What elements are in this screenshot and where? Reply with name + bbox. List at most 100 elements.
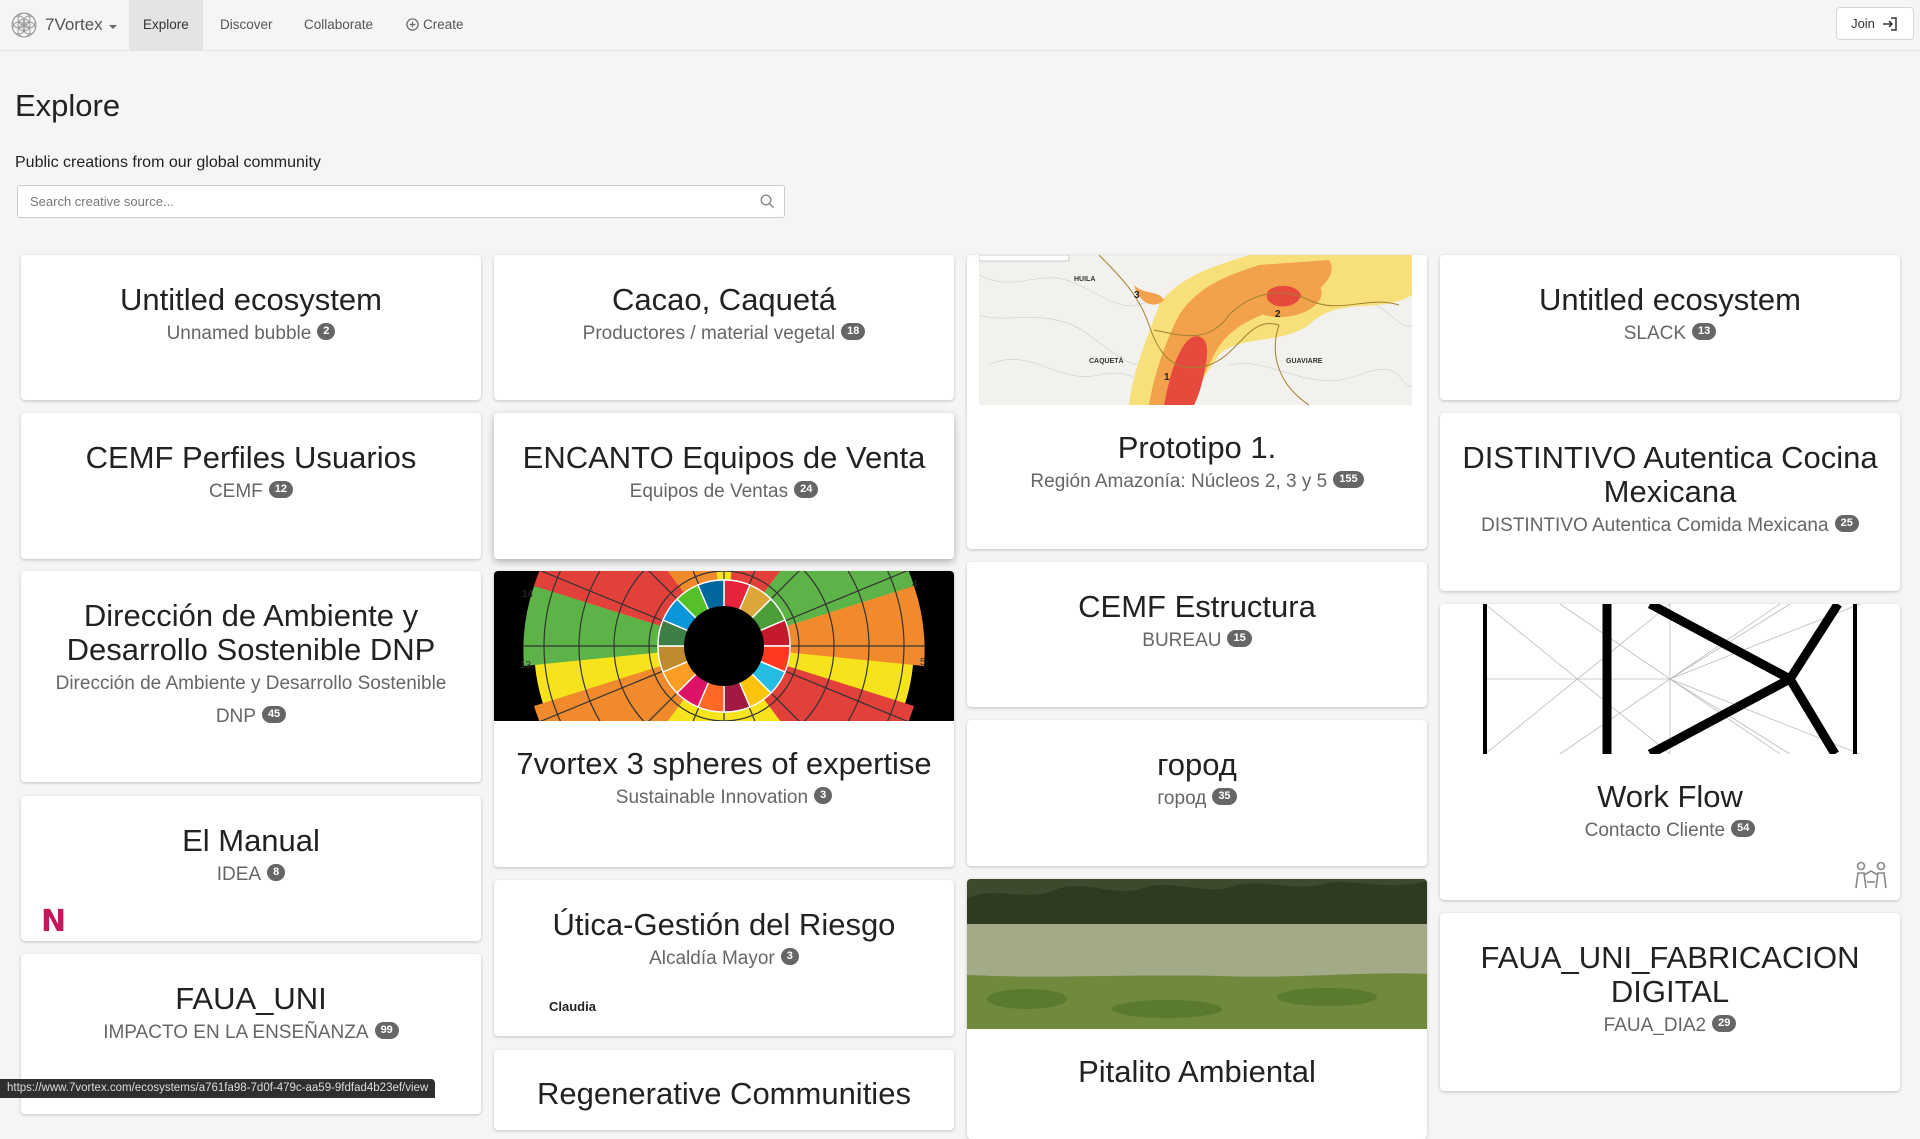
card-title: FAUA_UNI [175,981,327,1016]
map-label: CAQUETÁ [1089,356,1124,365]
card-subtitle: CEMF 12 [21,475,481,508]
workflow-diagram-image [1440,604,1900,754]
ecosystem-card[interactable]: Útica-Gestión del Riesgo Alcaldía Mayor 3… [494,880,954,1036]
card-subtitle: IDEA 8 [21,858,481,891]
card-title: DISTINTIVO Autentica Cocina Mexicana [1462,440,1878,509]
card-subtitle: Contacto Cliente 54 [1440,814,1900,847]
card-subtitle: город 35 [967,782,1427,815]
card-title: Regenerative Communities [537,1076,911,1111]
ecosystem-card[interactable]: CEMF Estructura BUREAU 15 [967,562,1427,707]
sdg-wheel-image: 14 13 4 5 [494,571,954,721]
card-subtitle: Productores / material vegetal 18 [494,317,954,350]
ecosystem-card[interactable]: Dirección de Ambiente y Desarrollo Soste… [21,571,481,782]
flower-of-life-logo-icon [11,12,37,38]
search-icon[interactable] [760,194,775,209]
plus-circle-icon [406,18,419,31]
map-label: HUILA [1074,276,1095,283]
join-label: Join [1851,16,1875,31]
ecosystem-card[interactable]: 14 13 4 5 7vortex 3 spheres of expertise… [494,571,954,867]
card-title: CEMF Estructura [1078,589,1316,624]
count-badge: 35 [1212,788,1237,806]
card-title: 7vortex 3 spheres of expertise [516,746,932,781]
count-badge: 8 [267,864,286,882]
sign-in-icon [1882,16,1897,31]
count-badge: 25 [1834,515,1859,533]
card-title: El Manual [182,823,320,858]
ecosystem-card[interactable]: El Manual IDEA 8 N [21,796,481,941]
count-badge: 45 [261,706,287,724]
card-title: CEMF Perfiles Usuarios [85,440,417,475]
ecosystem-card[interactable]: HUILA CAQUETÁ GUAVIARE 1 2 3 Prototipo 1… [967,255,1427,549]
page-title: Explore [15,88,121,123]
card-subtitle: Sustainable Innovation 3 [494,781,954,814]
map-label: 3 [1134,290,1140,301]
card-title: Cacao, Caquetá [611,282,837,317]
team-people-icon [1855,861,1887,889]
count-badge: 3 [780,948,799,966]
card-title: FAUA_UNI_FABRICACION DIGITAL [1480,940,1860,1009]
search-input[interactable] [18,186,762,217]
nav-create-label: Create [423,17,464,32]
card-subtitle: Equipos de Ventas 24 [494,475,954,508]
card-author: Claudia [549,999,596,1014]
ecosystem-card[interactable]: ENCANTO Equipos de Venta Equipos de Vent… [494,413,954,559]
status-url-tooltip: https://www.7vortex.com/ecosystems/a761f… [0,1079,436,1098]
card-subtitle: FAUA_DIA2 29 [1440,1009,1900,1042]
count-badge: 3 [814,787,833,805]
search-box [17,185,785,218]
count-badge: 29 [1712,1015,1737,1033]
sdg-label: 13 [520,660,532,671]
nav-create[interactable]: Create [392,0,478,50]
map-label: 2 [1275,309,1281,320]
count-badge: 13 [1692,323,1717,341]
ecosystem-card[interactable]: CEMF Perfiles Usuarios CEMF 12 [21,413,481,559]
count-badge: 155 [1333,471,1364,489]
count-badge: 2 [317,323,336,341]
card-title: Útica-Gestión del Riesgo [552,907,896,942]
card-subtitle: Dirección de Ambiente y Desarrollo Soste… [55,673,447,727]
map-label: 1 [1164,372,1170,383]
card-title: Prototipo 1. [1117,430,1277,465]
sdg-label: 5 [920,657,926,668]
card-title: город [1157,747,1237,782]
join-button[interactable]: Join [1836,7,1914,40]
count-badge: 54 [1731,820,1756,838]
count-badge: 15 [1227,630,1252,648]
ecosystem-card[interactable]: Pitalito Ambiental [967,879,1427,1139]
ecosystem-card[interactable]: Work Flow Contacto Cliente 54 [1440,604,1900,900]
card-title: Untitled ecosystem [1539,282,1801,317]
card-title: Pitalito Ambiental [1078,1054,1316,1089]
count-badge: 24 [794,481,819,499]
map-label: GUAVIARE [1286,358,1323,365]
owner-logo: N [41,904,67,939]
ecosystem-card[interactable]: Untitled ecosystem Unnamed bubble 2 [21,255,481,400]
ecosystem-card[interactable]: Cacao, Caquetá Productores / material ve… [494,255,954,400]
nav-explore[interactable]: Explore [129,0,203,50]
card-subtitle: Alcaldía Mayor 3 [494,942,954,975]
card-subtitle: IMPACTO EN LA ENSEÑANZA 99 [21,1016,481,1049]
ecosystem-card[interactable]: DISTINTIVO Autentica Cocina Mexicana DIS… [1440,413,1900,591]
card-title: Work Flow [1597,779,1743,814]
card-subtitle: Región Amazonía: Núcleos 2, 3 y 5 155 [967,465,1427,498]
pond-photo-image [967,879,1427,1029]
card-title: Untitled ecosystem [120,282,382,317]
ecosystem-card[interactable]: Untitled ecosystem SLACK 13 [1440,255,1900,400]
card-title: ENCANTO Equipos de Venta [522,440,926,475]
page-subtitle: Public creations from our global communi… [15,154,321,171]
card-subtitle: BUREAU 15 [967,624,1427,657]
card-subtitle: SLACK 13 [1440,317,1900,350]
count-badge: 99 [374,1022,399,1040]
nav-discover[interactable]: Discover [206,0,287,50]
ecosystem-card[interactable]: город город 35 [967,720,1427,866]
brand-menu[interactable]: 7Vortex [6,8,117,42]
ecosystem-card[interactable]: FAUA_UNI_FABRICACION DIGITAL FAUA_DIA2 29 [1440,913,1900,1091]
nav-collaborate[interactable]: Collaborate [290,0,387,50]
top-navbar: 7Vortex Explore Discover Collaborate Cre… [0,0,1920,51]
ecosystem-card[interactable]: Regenerative Communities [494,1050,954,1130]
caret-down-icon [108,24,117,29]
brand-name: 7Vortex [45,15,103,34]
count-badge: 12 [268,481,294,499]
count-badge: 18 [841,323,866,341]
sdg-label: 4 [912,579,918,590]
card-subtitle: DISTINTIVO Autentica Comida Mexicana 25 [1440,509,1900,542]
